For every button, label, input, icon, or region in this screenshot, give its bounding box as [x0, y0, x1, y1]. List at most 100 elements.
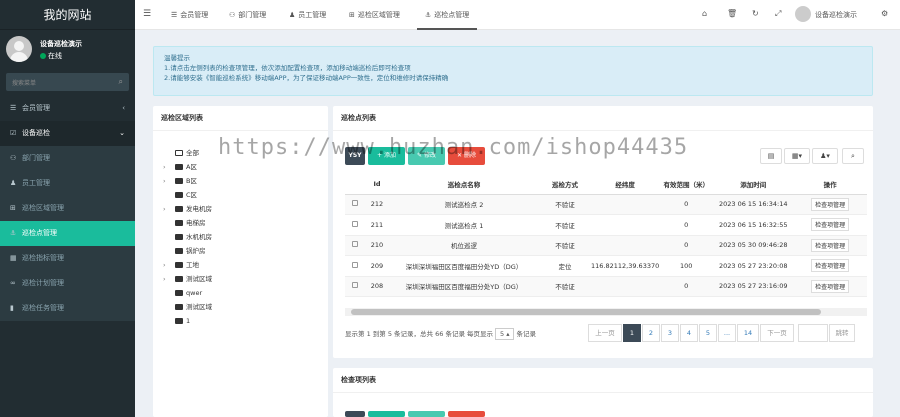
col-checkbox[interactable] — [345, 174, 365, 195]
tab-employee[interactable]: ♟ 员工管理 — [281, 0, 334, 30]
horizontal-scrollbar[interactable] — [345, 308, 867, 316]
page-size-select[interactable]: 5 ▴ — [495, 328, 515, 340]
col-op: 操作 — [793, 174, 867, 195]
col-geo[interactable]: 经纬度 — [591, 174, 660, 195]
next-page-button[interactable]: 下一页 — [760, 324, 794, 342]
page-jump-input[interactable] — [798, 324, 828, 342]
bottom-edit-button[interactable] — [408, 411, 445, 417]
refresh-icon[interactable]: ↻ — [752, 9, 759, 18]
page-button[interactable]: 14 — [737, 324, 759, 342]
tree-node[interactable]: 锅炉房 — [163, 245, 206, 258]
columns-icon: ▦▾ — [791, 152, 803, 160]
tree-expand-icon[interactable]: › — [163, 259, 175, 272]
check-item-manage-button[interactable]: 检查项管理 — [811, 218, 850, 232]
folder-icon — [175, 164, 183, 170]
sidebar-item-member[interactable]: ☰ 会员管理 ‹ — [0, 96, 135, 121]
sidebar-item-area[interactable]: ⊞ 巡检区域管理 — [0, 196, 135, 221]
cell-op: 检查项管理 — [793, 255, 867, 277]
row-checkbox[interactable] — [352, 261, 358, 268]
prev-page-button[interactable]: 上一页 — [588, 324, 622, 342]
home-icon[interactable]: ⌂ — [702, 9, 707, 18]
page-button[interactable]: ... — [718, 324, 736, 342]
row-checkbox[interactable] — [352, 220, 358, 227]
folder-icon — [175, 304, 183, 310]
cell-range: 100 — [659, 255, 714, 277]
tree-node[interactable]: › 测试区域 — [163, 273, 212, 286]
tree-node[interactable]: 1 — [163, 315, 190, 328]
row-checkbox[interactable] — [352, 282, 358, 289]
tree-node[interactable]: qwer — [163, 287, 202, 300]
col-id[interactable]: Id — [365, 174, 389, 195]
table-row[interactable]: 212 测试巡检点 2 不验证 0 2023 06 15 16:34:14 检查项管理 — [345, 194, 867, 215]
sidebar-item-plan[interactable]: ∞ 巡检计划管理 — [0, 271, 135, 296]
pagination-info-prefix: 显示第 1 到第 5 条记录，总共 66 条记录 每页显示 — [345, 330, 494, 338]
row-checkbox[interactable] — [352, 241, 358, 248]
page-button[interactable]: 2 — [642, 324, 660, 342]
tree-node[interactable]: C区 — [163, 189, 197, 202]
export-button[interactable]: ♟▾ — [812, 148, 838, 164]
table-row[interactable]: 209 深圳深圳福田区百度福田分处YD（DG） 定位 116.82112,39.633… — [345, 255, 867, 277]
scrollbar-thumb[interactable] — [351, 309, 821, 315]
fullscreen-icon[interactable]: ⤢ — [775, 9, 781, 19]
bottom-delete-button[interactable] — [448, 411, 485, 417]
sidebar-search-input[interactable]: 搜索菜单 ⌕ — [6, 73, 129, 91]
check-item-manage-button[interactable]: 检查项管理 — [811, 259, 850, 273]
page-button[interactable]: 3 — [661, 324, 679, 342]
tree-node-label: 测试区域 — [186, 275, 212, 283]
top-user-menu[interactable]: 设备巡检演示 — [795, 6, 857, 22]
check-item-manage-button[interactable]: 检查项管理 — [811, 238, 850, 252]
toggle-view-button[interactable]: ▤ — [760, 148, 782, 164]
bottom-add-button[interactable] — [368, 411, 405, 417]
sidebar-item-indicator[interactable]: ▦ 巡检指标管理 — [0, 246, 135, 271]
tab-member[interactable]: ☰ 会员管理 — [163, 0, 216, 30]
tab-department[interactable]: ⚇ 部门管理 — [221, 0, 274, 30]
tree-expand-icon[interactable]: › — [163, 161, 175, 174]
tree-node[interactable]: › A区 — [163, 161, 197, 174]
col-time[interactable]: 添加时间 — [713, 174, 794, 195]
row-checkbox-cell — [345, 214, 365, 236]
search-icon[interactable]: ⌕ — [119, 77, 123, 87]
trash-icon[interactable]: 🗑 — [727, 9, 737, 18]
tree-node[interactable]: › B区 — [163, 175, 197, 188]
tree-node[interactable]: 测试区域 — [163, 301, 212, 314]
search-button[interactable]: ⌕ — [842, 148, 864, 164]
col-name[interactable]: 巡检点名称 — [389, 174, 539, 195]
table-row[interactable]: 208 深圳深圳福田区百度福田分处YD（DG） 不验证 0 2023 05 27 23:… — [345, 276, 867, 297]
page-jump-button[interactable]: 跳转 — [829, 324, 855, 342]
tree-node[interactable]: › 发电机房 — [163, 203, 212, 216]
tab-point[interactable]: ⚓ 巡检点管理 — [417, 0, 478, 30]
sidebar-item-inspection[interactable]: ☑ 设备巡检 ⌄ — [0, 121, 135, 146]
tab-area[interactable]: ⊞ 巡检区域管理 — [341, 0, 408, 30]
tree-expand-icon[interactable]: › — [163, 175, 175, 188]
check-item-manage-button[interactable]: 检查项管理 — [811, 279, 850, 293]
bottom-ysy-button[interactable] — [345, 411, 365, 417]
sidebar-item-task[interactable]: ▮ 巡检任务管理 — [0, 296, 135, 321]
check-item-manage-button[interactable]: 检查项管理 — [811, 197, 850, 211]
columns-button[interactable]: ▦▾ — [784, 148, 810, 164]
page-button[interactable]: 1 — [623, 324, 641, 342]
hamburger-icon[interactable]: ☰ — [143, 9, 151, 19]
tree-node[interactable]: 全部 — [163, 147, 199, 160]
tree-node-label: 工地 — [186, 261, 199, 269]
tree-node[interactable]: › 工地 — [163, 259, 199, 272]
col-mode[interactable]: 巡检方式 — [539, 174, 591, 195]
col-range[interactable]: 有效范围（米） — [659, 174, 714, 195]
brand-title[interactable]: 我的网站 — [0, 0, 135, 30]
page-button[interactable]: 4 — [680, 324, 698, 342]
table-row[interactable]: 210 机位巡逻 不验证 0 2023 05 30 09:46:28 检查项管理 — [345, 235, 867, 256]
tree-node[interactable]: 水机机房 — [163, 231, 212, 244]
page-button[interactable]: 5 — [699, 324, 717, 342]
tree-expand-icon[interactable]: › — [163, 273, 175, 286]
cell-range: 0 — [659, 214, 714, 236]
table-row[interactable]: 211 测试巡检点 1 不验证 0 2023 06 15 16:32:55 检查项管理 — [345, 214, 867, 236]
tree-expand-icon[interactable]: › — [163, 203, 175, 216]
tree-node[interactable]: 电梯房 — [163, 217, 206, 230]
sidebar-item-point[interactable]: ⚓ 巡检点管理 — [0, 221, 135, 246]
tip-alert: 温馨提示 1.请点击左侧列表的检查项管理，依次添加配置检查项，添加移动端巡检后即… — [153, 46, 873, 96]
gears-icon[interactable]: ⚙ — [881, 9, 888, 18]
row-checkbox[interactable] — [352, 200, 358, 207]
sidebar-item-department[interactable]: ⚇ 部门管理 — [0, 146, 135, 171]
top-user-name: 设备巡检演示 — [815, 11, 857, 19]
users-icon: ⚇ — [10, 154, 17, 162]
sidebar-item-employee[interactable]: ♟ 员工管理 — [0, 171, 135, 196]
